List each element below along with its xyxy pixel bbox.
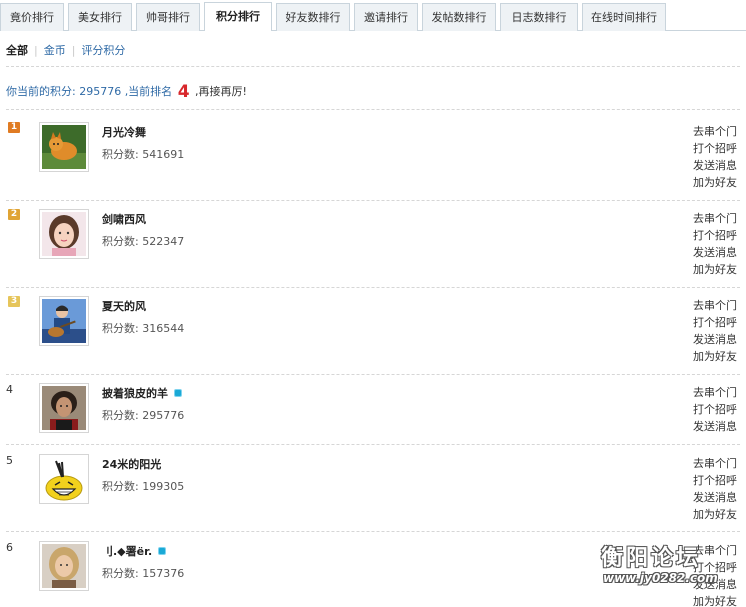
points-value: 积分数: 199305 (102, 480, 185, 493)
ranking-row: 6 刂.◆署ër. 积分数: 157376 去串个门 打个招呼 发送消息 加为好… (0, 541, 746, 607)
avatar[interactable] (39, 209, 89, 259)
vip-icon (174, 389, 182, 397)
filter-separator: | (71, 44, 76, 57)
rank-badge: 1 (8, 122, 20, 133)
user-actions: 去串个门 打个招呼 发送消息 加为好友 (693, 210, 746, 278)
avatar[interactable] (39, 296, 89, 346)
username[interactable]: 剑啸西风 (102, 211, 146, 227)
add-friend-link[interactable]: 加为好友 (693, 348, 746, 365)
divider (6, 66, 740, 67)
greet-link[interactable]: 打个招呼 (693, 140, 746, 157)
tab-invite-ranking[interactable]: 邀请排行 (354, 3, 418, 31)
rank-number: 5 (6, 454, 13, 467)
send-message-link[interactable]: 发送消息 (693, 418, 746, 435)
tab-points-ranking[interactable]: 积分排行 (204, 2, 272, 31)
rank-badge: 2 (8, 209, 20, 220)
divider (6, 374, 740, 375)
ranking-row: 1 月光冷舞 积分数: 541691 去串个门 打个招呼 发送消息 加为好友 (0, 122, 746, 209)
visit-link[interactable]: 去串个门 (693, 123, 746, 140)
rank-number: 4 (6, 383, 13, 396)
add-friend-link[interactable]: 加为好友 (693, 593, 746, 607)
divider (6, 109, 740, 110)
score-status-prefix: 你当前的积分: 295776 ,当前排名 (6, 85, 173, 98)
points-value: 积分数: 157376 (102, 567, 185, 580)
send-message-link[interactable]: 发送消息 (693, 244, 746, 261)
user-actions: 去串个门 打个招呼 发送消息 加为好友 (693, 297, 746, 365)
visit-link[interactable]: 去串个门 (693, 455, 746, 472)
ranking-row: 3 夏天的风 积分数: 316544 去串个门 打个招呼 发送消息 加为好友 (0, 296, 746, 383)
username-text: 披着狼皮的羊 (102, 387, 168, 400)
username-text: 刂.◆署ër. (102, 545, 153, 558)
user-actions: 去串个门 打个招呼 发送消息 加为好友 (693, 455, 746, 523)
yellow-cartoon-avatar (42, 457, 86, 501)
rank-number: 6 (6, 541, 13, 554)
user-actions: 去串个门 打个招呼 发送消息 加为好友 (693, 123, 746, 191)
guitar-player-avatar (42, 299, 86, 343)
send-message-link[interactable]: 发送消息 (693, 576, 746, 593)
username[interactable]: 披着狼皮的羊 (102, 385, 182, 401)
points-value: 积分数: 295776 (102, 409, 185, 422)
greet-link[interactable]: 打个招呼 (693, 472, 746, 489)
greet-link[interactable]: 打个招呼 (693, 227, 746, 244)
points-value: 积分数: 522347 (102, 235, 185, 248)
divider (6, 200, 740, 201)
points-value: 积分数: 316544 (102, 322, 185, 335)
send-message-link[interactable]: 发送消息 (693, 157, 746, 174)
filter-all[interactable]: 全部 (6, 42, 28, 58)
filter-separator: | (34, 44, 38, 57)
current-rank-number: 4 (177, 82, 190, 102)
filter-rating[interactable]: 评分积分 (81, 42, 125, 58)
points-type-filter: 全部 | 金币 | 评分积分 (6, 42, 125, 58)
tab-bid-ranking[interactable]: 竟价排行 (0, 3, 64, 31)
tab-online-time-ranking[interactable]: 在线时间排行 (582, 3, 666, 31)
greet-link[interactable]: 打个招呼 (693, 314, 746, 331)
add-friend-link[interactable]: 加为好友 (693, 506, 746, 523)
score-status-suffix: ,再接再厉! (195, 85, 247, 98)
add-friend-link[interactable]: 加为好友 (693, 174, 746, 191)
avatar[interactable] (39, 454, 89, 504)
man-photo-avatar (42, 386, 86, 430)
avatar[interactable] (39, 541, 89, 591)
user-actions: 去串个门 打个招呼 发送消息 (693, 384, 746, 435)
ranking-tab-bar: 竟价排行 美女排行 帅哥排行 积分排行 好友数排行 邀请排行 发帖数排行 日志数… (0, 0, 746, 31)
blonde-portrait-avatar (42, 544, 86, 588)
points-value: 积分数: 541691 (102, 148, 185, 161)
username[interactable]: 刂.◆署ër. (102, 543, 167, 559)
divider (6, 531, 740, 532)
avatar[interactable] (39, 122, 89, 172)
tab-beauty-ranking[interactable]: 美女排行 (68, 3, 132, 31)
tab-blog-ranking[interactable]: 日志数排行 (500, 3, 578, 31)
rank-badge: 3 (8, 296, 20, 307)
visit-link[interactable]: 去串个门 (693, 210, 746, 227)
orange-cat-avatar (42, 125, 86, 169)
user-actions: 去串个门 打个招呼 发送消息 加为好友 (693, 542, 746, 607)
greet-link[interactable]: 打个招呼 (693, 401, 746, 418)
username[interactable]: 24米的阳光 (102, 456, 161, 472)
divider (6, 287, 740, 288)
ranking-row: 5 24米的阳光 积分数: 199305 去串个门 打个招呼 发送消息 加为好友 (0, 454, 746, 541)
vip-icon (158, 547, 167, 555)
send-message-link[interactable]: 发送消息 (693, 489, 746, 506)
username[interactable]: 月光冷舞 (102, 124, 146, 140)
visit-link[interactable]: 去串个门 (693, 384, 746, 401)
send-message-link[interactable]: 发送消息 (693, 331, 746, 348)
tab-friends-ranking[interactable]: 好友数排行 (276, 3, 350, 31)
greet-link[interactable]: 打个招呼 (693, 559, 746, 576)
username[interactable]: 夏天的风 (102, 298, 146, 314)
tab-posts-ranking[interactable]: 发帖数排行 (422, 3, 496, 31)
avatar[interactable] (39, 383, 89, 433)
filter-gold[interactable]: 金币 (44, 42, 66, 58)
add-friend-link[interactable]: 加为好友 (693, 261, 746, 278)
current-score-status: 你当前的积分: 295776 ,当前排名 4 ,再接再厉! (6, 82, 247, 102)
girl-portrait-avatar (42, 212, 86, 256)
tab-handsome-ranking[interactable]: 帅哥排行 (136, 3, 200, 31)
ranking-row: 2 剑啸西风 积分数: 522347 去串个门 打个招呼 发送消息 加为好友 (0, 209, 746, 296)
visit-link[interactable]: 去串个门 (693, 542, 746, 559)
divider (6, 444, 740, 445)
visit-link[interactable]: 去串个门 (693, 297, 746, 314)
